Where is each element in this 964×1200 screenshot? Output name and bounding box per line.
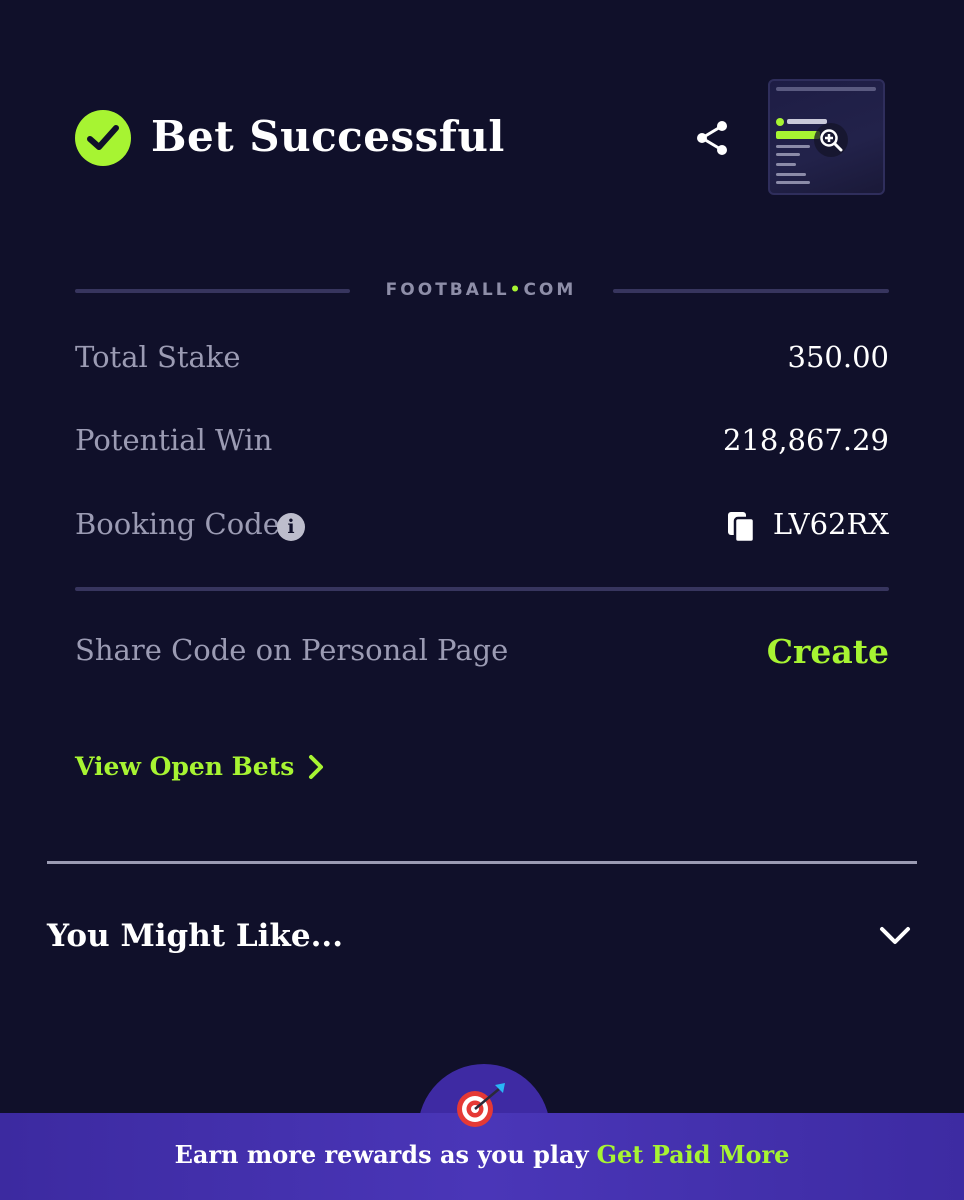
rewards-message: Earn more rewards as you play	[174, 1140, 589, 1169]
chevron-down-icon[interactable]	[878, 924, 912, 948]
section-divider-full	[47, 861, 917, 864]
booking-code-label: Booking Code	[75, 507, 280, 541]
copy-icon[interactable]	[726, 510, 756, 544]
chevron-right-icon	[309, 754, 324, 779]
thumbnail-title-line	[787, 119, 827, 124]
thumbnail-text-line	[776, 173, 806, 176]
section-divider	[75, 587, 889, 591]
check-circle-icon	[75, 110, 131, 166]
page-title: Bet Successful	[151, 112, 505, 161]
booking-code-value[interactable]: LV62RX	[773, 507, 889, 541]
brand-logo: FOOTBALL•COM	[385, 280, 577, 300]
total-stake-label: Total Stake	[75, 340, 241, 374]
potential-win-label: Potential Win	[75, 423, 273, 457]
share-icon[interactable]	[695, 120, 729, 156]
dart-target-icon	[453, 1081, 513, 1131]
thumbnail-text-line	[776, 145, 810, 148]
bet-success-header: Bet Successful	[75, 108, 889, 172]
rewards-banner-text: Earn more rewards as you play Get Paid Mo…	[0, 1140, 964, 1169]
create-button[interactable]: Create	[767, 632, 889, 671]
thumbnail-check-dot	[776, 118, 784, 126]
bet-slip-preview-thumbnail[interactable]	[768, 79, 885, 195]
thumbnail-text-line	[776, 163, 796, 166]
divider-right	[613, 289, 889, 293]
thumbnail-text-line	[776, 153, 800, 156]
view-open-bets-label: View Open Bets	[75, 752, 295, 781]
share-code-label: Share Code on Personal Page	[75, 633, 509, 667]
total-stake-value: 350.00	[787, 340, 889, 374]
thumbnail-text-line	[776, 181, 810, 184]
divider-left	[75, 289, 350, 293]
get-paid-more-link[interactable]: Get Paid More	[597, 1140, 790, 1169]
you-might-like-heading[interactable]: You Might Like...	[47, 918, 343, 954]
thumbnail-header-line	[776, 87, 876, 91]
info-icon[interactable]: i	[277, 513, 305, 541]
potential-win-value: 218,867.29	[722, 423, 889, 457]
view-open-bets-link[interactable]: View Open Bets	[75, 752, 324, 781]
zoom-in-icon[interactable]	[814, 123, 848, 157]
